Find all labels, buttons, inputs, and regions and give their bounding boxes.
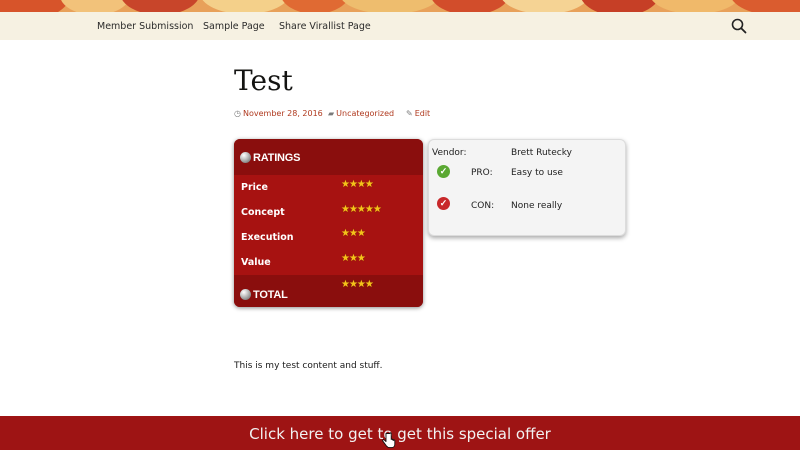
main-navigation: Member Submission Sample Page Share Vira… [0,12,800,40]
post-edit-label: Edit [414,109,431,118]
con-label: CON: [471,201,495,211]
nav-item-sample-page[interactable]: Sample Page [203,21,265,32]
clock-icon: ◷ [234,109,241,118]
post-category-link[interactable]: ▰ Uncategorized [328,109,394,118]
ratings-heading: Ratings [253,152,301,164]
rating-stars-value: ★★★ [341,253,366,264]
check-icon: ✓ [437,165,450,178]
post-date: November 28, 2016 [242,109,323,118]
rating-stars-concept: ★★★★★ [341,204,382,215]
rating-stars-total: ★★★★ [341,279,374,290]
hand-cursor-icon [382,432,396,449]
pencil-icon: ✎ [406,109,413,118]
rating-label-price: Price [241,182,268,193]
rating-label-concept: Concept [241,207,285,218]
rating-stars-price: ★★★★ [341,179,374,190]
folder-icon: ▰ [328,109,335,118]
header-banner [0,0,800,12]
vendor-label: Vendor: [432,148,467,158]
post-content: This is my test content and stuff. [234,361,383,371]
rating-stars-execution: ★★★ [341,228,366,239]
rating-label-value: Value [241,257,271,268]
search-icon[interactable] [730,17,748,35]
special-offer-button[interactable]: Click here to get to get this special of… [0,416,800,450]
check-icon: ✓ [437,197,450,210]
post-date-link[interactable]: ◷ November 28, 2016 [234,109,323,118]
special-offer-label: Click here to get to get this special of… [249,425,551,443]
post-title: Test [234,64,293,97]
pro-con-box: Vendor: Brett Rutecky ✓ PRO: Easy to use… [428,139,626,236]
nav-item-share-virallist-page[interactable]: Share Virallist Page [279,21,371,32]
ball-icon [240,289,251,300]
vendor-value: Brett Rutecky [511,148,572,158]
nav-item-member-submission[interactable]: Member Submission [97,21,193,32]
con-value: None really [511,201,563,211]
ball-icon [240,152,251,163]
post-category: Uncategorized [336,109,395,118]
pro-label: PRO: [471,168,493,178]
ratings-box: Ratings Price ★★★★ Concept ★★★★★ Executi… [234,139,423,307]
post-edit-link[interactable]: ✎ Edit [406,109,430,118]
rating-label-execution: Execution [241,232,294,243]
pro-value: Easy to use [511,168,563,178]
ratings-total-label: Total [253,289,288,301]
